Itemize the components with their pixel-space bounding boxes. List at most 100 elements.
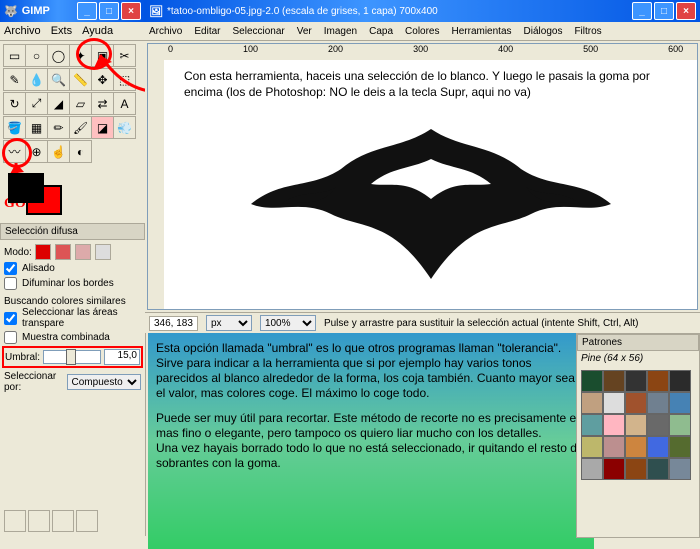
paintbrush-tool[interactable]: 🖌 (69, 116, 92, 139)
ruler-horizontal: 0100200300400500600 (148, 44, 697, 61)
pattern-swatch[interactable] (647, 392, 669, 414)
pattern-swatch[interactable] (603, 458, 625, 480)
pattern-swatch[interactable] (603, 370, 625, 392)
explain-p3: Una vez hayais borrado todo lo que no es… (156, 441, 586, 471)
pattern-swatch[interactable] (603, 414, 625, 436)
image-maximize-button[interactable]: □ (654, 2, 674, 20)
pattern-swatch[interactable] (647, 458, 669, 480)
move-tool[interactable]: ✥ (91, 68, 114, 91)
smudge-tool[interactable]: ☝ (47, 140, 70, 163)
img-menu-capa[interactable]: Capa (369, 26, 393, 37)
pattern-swatch[interactable] (669, 458, 691, 480)
paths-tool[interactable]: ✎ (3, 68, 26, 91)
delete-options-button[interactable] (52, 510, 74, 532)
pattern-swatch[interactable] (625, 458, 647, 480)
pattern-swatch[interactable] (625, 392, 647, 414)
threshold-slider[interactable] (43, 350, 101, 364)
wilber-icon: 🖼 (149, 5, 163, 18)
img-menu-colores[interactable]: Colores (405, 26, 439, 37)
threshold-label: Umbral: (5, 352, 40, 363)
mode-add[interactable] (55, 244, 71, 260)
pattern-swatch[interactable] (669, 392, 691, 414)
img-menu-editar[interactable]: Editar (194, 26, 220, 37)
pattern-swatch[interactable] (625, 370, 647, 392)
img-menu-filtros[interactable]: Filtros (574, 26, 601, 37)
crop-tool[interactable]: ⬚ (113, 68, 136, 91)
ellipse-select-tool[interactable]: ○ (25, 44, 48, 67)
tool-options-body: Modo: Alisado Difuminar los bordes Busca… (0, 240, 145, 399)
pattern-swatch[interactable] (581, 458, 603, 480)
toolbox-titlebar: 🐺 GIMP _ □ × (0, 0, 145, 22)
shear-tool[interactable]: ◢ (47, 92, 70, 115)
threshold-value[interactable]: 15,0 (104, 349, 140, 365)
unit-combo[interactable]: px (206, 315, 252, 331)
mode-subtract[interactable] (75, 244, 91, 260)
save-options-button[interactable] (4, 510, 26, 532)
menu-archivo[interactable]: Archivo (4, 25, 41, 37)
image-minimize-button[interactable]: _ (632, 2, 652, 20)
pattern-swatch[interactable] (581, 414, 603, 436)
minimize-button[interactable]: _ (77, 2, 97, 20)
img-menu-imagen[interactable]: Imagen (324, 26, 357, 37)
lasso-tool[interactable]: ◯ (47, 44, 70, 67)
airbrush-tool[interactable]: 💨 (113, 116, 136, 139)
text-tool[interactable]: A (113, 92, 136, 115)
pattern-swatch[interactable] (603, 392, 625, 414)
feather-checkbox[interactable] (4, 277, 17, 290)
pattern-swatch[interactable] (647, 370, 669, 392)
maximize-button[interactable]: □ (99, 2, 119, 20)
rotate-tool[interactable]: ↻ (3, 92, 26, 115)
pattern-swatch[interactable] (647, 414, 669, 436)
img-menu-archivo[interactable]: Archivo (149, 26, 182, 37)
scissors-tool[interactable]: ✂ (113, 44, 136, 67)
canvas-viewport[interactable]: 0100200300400500600 Con esta herramienta… (147, 43, 698, 310)
img-menu-ver[interactable]: Ver (297, 26, 312, 37)
pattern-swatch[interactable] (581, 436, 603, 458)
mode-intersect[interactable] (95, 244, 111, 260)
image-titlebar: 🖼 *tatoo-ombligo-05.jpg-2.0 (escala de g… (145, 0, 700, 22)
restore-options-button[interactable] (28, 510, 50, 532)
img-menu-herramientas[interactable]: Herramientas (452, 26, 512, 37)
flip-tool[interactable]: ⇄ (91, 92, 114, 115)
pattern-swatch[interactable] (669, 436, 691, 458)
pattern-swatch[interactable] (625, 436, 647, 458)
menu-ayuda[interactable]: Ayuda (82, 25, 113, 37)
blend-tool[interactable]: ▦ (25, 116, 48, 139)
patterns-dock: Patrones Pine (64 x 56) (576, 333, 700, 538)
sample-merged-checkbox[interactable] (4, 331, 17, 344)
reset-options-button[interactable] (76, 510, 98, 532)
select-transparent-checkbox[interactable] (4, 312, 17, 325)
pattern-swatch[interactable] (669, 370, 691, 392)
status-message: Pulse y arrastre para sustituir la selec… (324, 318, 696, 329)
pattern-swatch[interactable] (581, 392, 603, 414)
antialias-checkbox[interactable] (4, 262, 17, 275)
scale-tool[interactable]: ⤢ (25, 92, 48, 115)
mode-replace[interactable] (35, 244, 51, 260)
img-menu-seleccionar[interactable]: Seleccionar (232, 26, 284, 37)
annotation-circle-fuzzy (76, 38, 112, 70)
eraser-tool[interactable]: ◪ (91, 116, 114, 139)
perspective-tool[interactable]: ▱ (69, 92, 92, 115)
color-picker-tool[interactable]: 💧 (25, 68, 48, 91)
select-by-combo[interactable]: Compuesto (67, 374, 141, 390)
foreground-color[interactable] (8, 173, 44, 203)
pattern-swatch[interactable] (625, 414, 647, 436)
measure-tool[interactable]: 📏 (69, 68, 92, 91)
toolbox-window: 🐺 GIMP _ □ × Archivo Exts Ayuda ▭ ○ ◯ ✦ … (0, 0, 146, 536)
pattern-swatch[interactable] (647, 436, 669, 458)
pattern-swatch[interactable] (603, 436, 625, 458)
img-menu-dialogos[interactable]: Diálogos (524, 26, 563, 37)
dodge-tool[interactable]: ◐ (69, 140, 92, 163)
canvas-content[interactable]: Con esta herramienta, haceis una selecci… (164, 60, 697, 309)
image-close-button[interactable]: × (676, 2, 696, 20)
tool-options-header: Selección difusa (0, 223, 145, 240)
pattern-swatch[interactable] (669, 414, 691, 436)
bucket-fill-tool[interactable]: 🪣 (3, 116, 26, 139)
zoom-combo[interactable]: 100% (260, 315, 316, 331)
rect-select-tool[interactable]: ▭ (3, 44, 26, 67)
zoom-tool[interactable]: 🔍 (47, 68, 70, 91)
close-button[interactable]: × (121, 2, 141, 20)
menu-exts[interactable]: Exts (51, 25, 72, 37)
pattern-swatch[interactable] (581, 370, 603, 392)
pencil-tool[interactable]: ✏ (47, 116, 70, 139)
